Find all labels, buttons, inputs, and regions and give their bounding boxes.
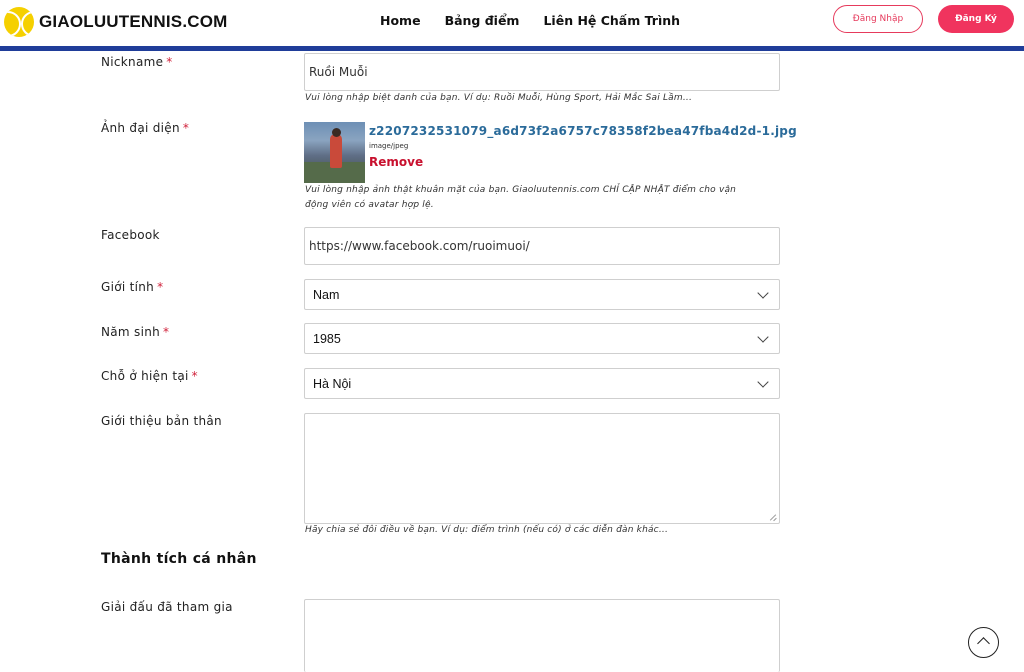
avatar-file-type: image/jpeg [369,142,409,150]
facebook-input[interactable]: https://www.facebook.com/ruoimuoi/ [304,227,780,265]
required-mark: * [191,369,198,383]
nav-leaderboard[interactable]: Bảng điểm [445,13,520,28]
nickname-label: Nickname * [101,55,173,69]
gender-label: Giới tính * [101,280,163,294]
tournaments-textarea[interactable] [304,599,780,672]
chevron-down-icon [757,286,769,299]
site-logo[interactable]: GIAOLUUTENNIS.COM [4,7,228,37]
bio-label: Giới thiệu bản thân [101,414,222,428]
avatar-thumbnail[interactable] [304,122,365,183]
bio-help: Hãy chia sẻ đôi điều về bạn. Ví dụ: điểm… [305,525,669,535]
header-divider [0,46,1024,51]
chevron-down-icon [757,330,769,343]
residence-value: Hà Nội [313,376,352,391]
achievements-section-title: Thành tích cá nhân [101,551,257,567]
scroll-to-top-button[interactable] [968,627,999,658]
required-mark: * [182,121,190,135]
avatar-help-line2: động viên có avatar hợp lệ. [305,200,434,210]
bio-textarea[interactable] [304,413,780,524]
facebook-value: https://www.facebook.com/ruoimuoi/ [309,239,530,253]
residence-label-text: Chỗ ở hiện tại [101,369,189,383]
facebook-label-text: Facebook [101,228,160,242]
residence-label: Chỗ ở hiện tại * [101,369,198,383]
tournaments-label-text: Giải đấu đã tham gia [101,600,233,614]
nav-contact-rating[interactable]: Liên Hệ Chấm Trình [543,13,680,28]
facebook-label: Facebook [101,228,160,242]
required-mark: * [166,55,173,69]
birth-year-select[interactable]: 1985 [304,323,780,354]
nickname-label-text: Nickname [101,55,164,69]
required-mark: * [157,280,164,294]
gender-label-text: Giới tính [101,280,155,294]
avatar-label-text: Ảnh đại diện [101,121,180,135]
logo-text: GIAOLUUTENNIS.COM [39,12,228,31]
required-mark: * [163,325,170,339]
avatar-label: Ảnh đại diện * [101,121,189,135]
nickname-help: Vui lòng nhập biệt danh của bạn. Ví dụ: … [305,93,693,103]
site-header: GIAOLUUTENNIS.COM Home Bảng điểm Liên Hệ… [0,0,1024,46]
bio-label-text: Giới thiệu bản thân [101,414,222,428]
residence-select[interactable]: Hà Nội [304,368,780,399]
tennis-ball-icon [4,7,34,37]
nickname-value: Ruồi Muỗi [309,65,368,79]
main-nav: Home Bảng điểm Liên Hệ Chấm Trình [380,13,704,28]
register-button[interactable]: Đăng Ký [938,5,1014,33]
chevron-down-icon [757,375,769,388]
tournaments-label: Giải đấu đã tham gia [101,600,233,614]
avatar-help-line1: Vui lòng nhập ảnh thật khuân mặt của bạn… [305,185,737,195]
birth-year-label: Năm sinh * [101,325,169,339]
gender-value: Nam [313,287,340,302]
nav-home[interactable]: Home [380,13,421,28]
avatar-player-head [332,128,341,137]
resize-handle-icon[interactable] [769,513,777,521]
login-button[interactable]: Đăng Nhập [833,5,923,33]
nickname-input[interactable]: Ruồi Muỗi [304,53,780,91]
avatar-file-name[interactable]: z2207232531079_a6d73f2a6757c78358f2bea47… [369,124,797,138]
birth-year-label-text: Năm sinh [101,325,161,339]
avatar-player [330,134,342,168]
gender-select[interactable]: Nam [304,279,780,310]
birth-year-value: 1985 [313,331,341,346]
remove-avatar-button[interactable]: Remove [369,155,423,169]
avatar-help: Vui lòng nhập ảnh thật khuân mặt của bạn… [305,183,736,213]
